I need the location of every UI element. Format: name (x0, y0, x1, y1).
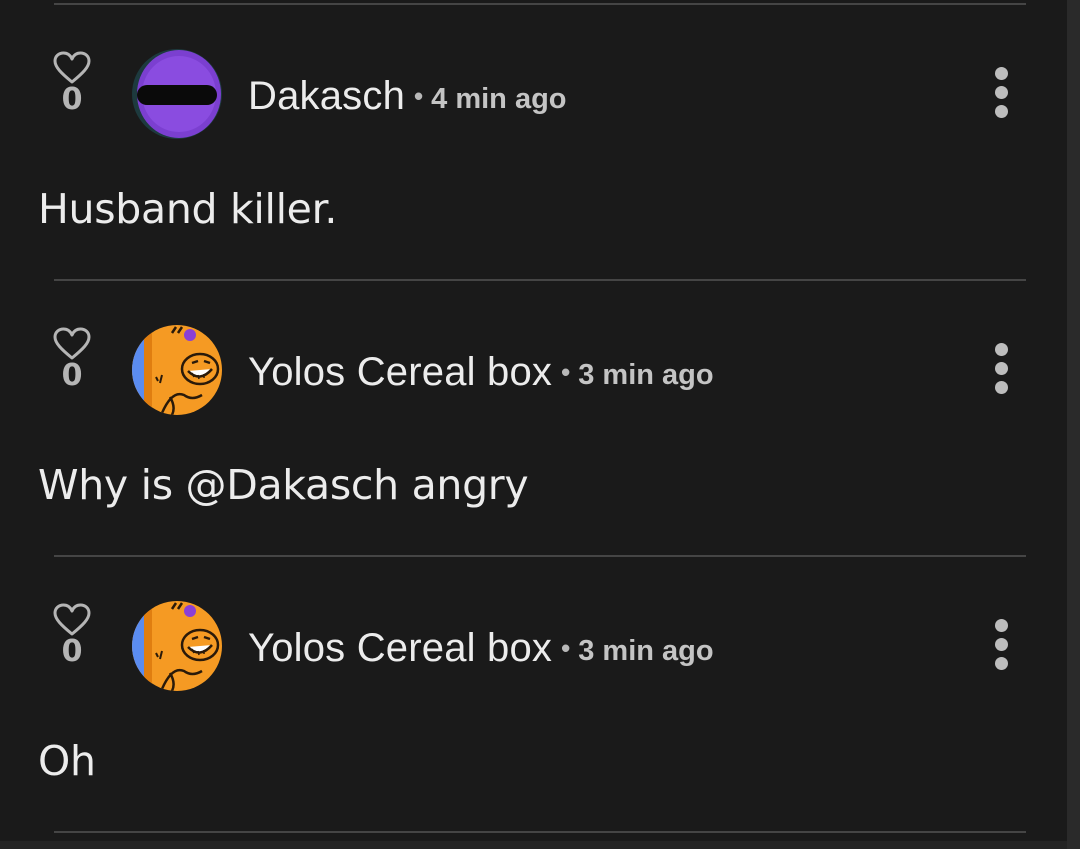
more-options-button[interactable] (986, 343, 1016, 399)
comment-item: 0 Yolos Cereal box • 3 min ago Why is @D… (0, 279, 1067, 555)
more-dot-icon (994, 105, 1008, 118)
more-dot-icon (994, 67, 1008, 80)
like-control: 0 (52, 327, 92, 394)
more-dot-icon (994, 619, 1008, 632)
separator-dot: • (414, 80, 424, 111)
like-control: 0 (52, 51, 92, 118)
avatar[interactable] (132, 601, 222, 691)
more-dot-icon (994, 638, 1008, 651)
orange-cartoon-avatar-icon (132, 601, 222, 691)
like-count: 0 (61, 358, 83, 393)
heart-icon[interactable] (53, 327, 91, 361)
timestamp: 4 min ago (431, 82, 567, 115)
more-dot-icon (994, 381, 1008, 394)
avatar[interactable] (132, 325, 222, 415)
orange-cartoon-avatar-icon (132, 325, 222, 415)
more-options-button[interactable] (986, 67, 1016, 123)
avatar[interactable] (132, 49, 222, 139)
heart-icon[interactable] (53, 51, 91, 85)
more-dot-icon (994, 657, 1008, 670)
comment-text: Oh (38, 737, 96, 785)
more-dot-icon (994, 362, 1008, 375)
author-name[interactable]: Yolos Cereal box (248, 626, 552, 671)
timestamp: 3 min ago (578, 358, 714, 391)
separator-dot: • (561, 632, 571, 663)
comment-header: Dakasch • 4 min ago (248, 69, 567, 123)
timestamp: 3 min ago (578, 634, 714, 667)
comment-text: Husband killer. (38, 185, 338, 233)
bottom-edge (0, 841, 1067, 849)
comment-item: 0 Dakasch • 4 min ago Husband killer. (0, 3, 1067, 279)
like-control: 0 (52, 603, 92, 670)
author-name[interactable]: Dakasch (248, 74, 405, 119)
like-count: 0 (61, 634, 83, 669)
heart-icon[interactable] (53, 603, 91, 637)
divider (54, 831, 1026, 833)
like-count: 0 (61, 82, 83, 117)
more-dot-icon (994, 86, 1008, 99)
comment-header: Yolos Cereal box • 3 min ago (248, 621, 714, 675)
separator-dot: • (561, 356, 571, 387)
comment-text: Why is @Dakasch angry (38, 461, 529, 509)
scrollbar[interactable] (1067, 0, 1080, 849)
more-options-button[interactable] (986, 619, 1016, 675)
comment-item: 0 Yolos Cereal box • 3 min ago Oh (0, 555, 1067, 831)
purple-face-avatar-icon (132, 49, 222, 139)
comment-header: Yolos Cereal box • 3 min ago (248, 345, 714, 399)
more-dot-icon (994, 343, 1008, 356)
author-name[interactable]: Yolos Cereal box (248, 350, 552, 395)
